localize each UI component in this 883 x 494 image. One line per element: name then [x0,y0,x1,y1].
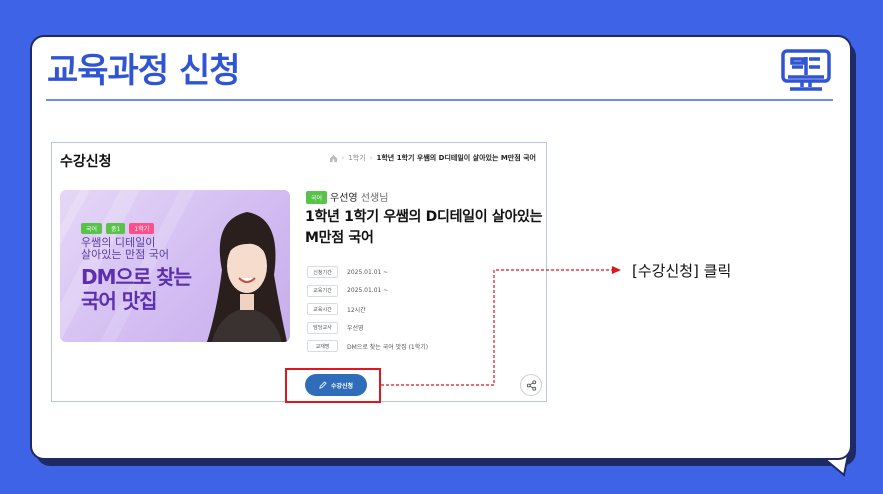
thumbnail-tag: 국어 [81,223,103,234]
info-value: 우선영 [347,325,364,333]
subject-badge: 국어 [306,191,328,204]
breadcrumb-level1[interactable]: 1학기 [348,153,365,163]
info-label: 교재명 [307,340,338,353]
breadcrumb-separator: › [369,154,373,162]
teacher-name: 우선영 선생님 [330,189,388,204]
course-apply-panel: 수강신청 › 1학기 › 1학년 1학기 우쌤의 D디테일이 살아있는 M만점 … [51,142,547,402]
apply-button-highlight [285,368,381,403]
info-row: 담당교사 우선영 [307,319,428,338]
slide-title: 교육과정 신청 [47,51,241,91]
thumbnail-tags: 국어 중1 1학기 [81,223,155,234]
home-icon[interactable] [329,154,338,163]
callout-text: [수강신청] 클릭 [632,262,732,280]
panel-title: 수강신청 [60,154,112,170]
course-info-list: 신청기간 2025.01.01 ~ 교육기간 2025.01.01 ~ 교육시간… [307,263,428,356]
info-label: 담당교사 [307,321,338,334]
info-row: 신청기간 2025.01.01 ~ [307,263,428,282]
info-label: 교육기간 [307,284,338,297]
info-row: 교육시간 12시간 [307,300,428,319]
book-monitor-icon [781,49,831,91]
share-icon [526,379,536,391]
thumbnail-tag: 중1 [106,223,126,234]
teacher-name-text: 우선영 [330,193,358,204]
breadcrumb: › 1학기 › 1학년 1학기 우쌤의 D디테일이 살아있는 M만점 국어 [329,153,536,163]
info-row: 교재명 DM으로 찾는 국어 맛집 (1학기) [307,337,428,356]
breadcrumb-separator: › [341,154,345,162]
course-thumbnail: 국어 중1 1학기 우쌤의 디테일이 살아있는 만점 국어 DM으로 찾는 국어… [60,190,290,342]
info-value: 12시간 [347,306,366,314]
info-label: 신청기간 [307,266,338,279]
thumbnail-headline1: DM으로 찾는 [81,265,192,289]
info-value: DM으로 찾는 국어 맛집 (1학기) [347,343,429,351]
breadcrumb-current: 1학년 1학기 우쌤의 D디테일이 살아있는 M만점 국어 [376,154,537,162]
info-label: 교육시간 [307,303,338,316]
share-button[interactable] [520,374,542,396]
info-value: 2025.01.01 ~ [347,268,389,276]
thumbnail-line2: 살아있는 만점 국어 [81,248,169,261]
thumbnail-tag: 1학기 [129,223,155,234]
thumbnail-headline2: 국어 맛집 [81,289,158,313]
info-value: 2025.01.01 ~ [347,287,389,295]
teacher-suffix: 선생님 [360,193,389,204]
info-row: 교육기간 2025.01.01 ~ [307,282,428,301]
teacher-photo [207,212,287,342]
course-title: 1학년 1학기 우쌤의 D디테일이 살아있는 M만점 국어 [305,209,543,246]
title-divider [46,99,833,101]
